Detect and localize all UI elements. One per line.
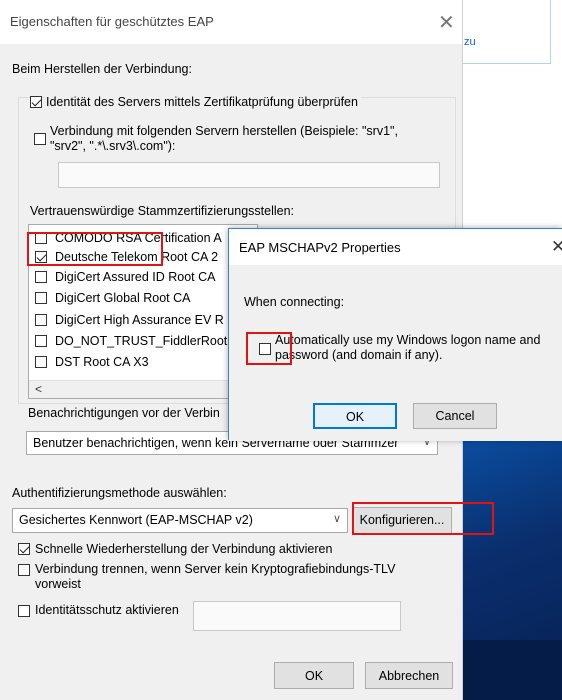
popup-ok-label: OK <box>345 410 365 424</box>
auth-method-dropdown[interactable]: Gesichertes Kennwort (EAP-MSCHAP v2) ∨ <box>12 508 348 533</box>
popup-ok-button[interactable]: OK <box>313 403 397 429</box>
connect-servers-checkbox[interactable] <box>34 133 46 145</box>
fast-reconnect-label: Schnelle Wiederherstellung der Verbindun… <box>35 542 333 556</box>
notifications-heading: Benachrichtigungen vor der Verbin <box>28 406 220 420</box>
highlight-box-auto-logon <box>246 332 292 365</box>
disconnect-label-line1: Verbindung trennen, wenn Server kein Kry… <box>35 562 396 576</box>
connect-servers-label-line1: Verbindung mit folgenden Servern herstel… <box>50 124 398 138</box>
auth-method-value: Gesichertes Kennwort (EAP-MSCHAP v2) <box>19 513 253 527</box>
highlight-box-ca <box>27 232 163 266</box>
identity-field[interactable] <box>193 601 401 631</box>
verify-identity-label: Identität des Servers mittels Zertifikat… <box>46 95 361 109</box>
ca-label: DST Root CA X3 <box>55 355 149 369</box>
identity-privacy-label: Identitätsschutz aktivieren <box>35 603 179 617</box>
close-icon[interactable]: ✕ <box>551 237 562 257</box>
background-card <box>462 0 551 64</box>
ca-checkbox[interactable] <box>35 314 47 326</box>
disconnect-label-line2: vorweist <box>35 577 81 591</box>
trusted-ca-heading: Vertrauenswürdige Stammzertifizierungsst… <box>30 204 295 218</box>
when-connecting-label: When connecting: <box>244 295 345 309</box>
popup-cancel-button[interactable]: Cancel <box>413 403 497 429</box>
ca-checkbox[interactable] <box>35 356 47 368</box>
popup-title-bar[interactable]: EAP MSCHAPv2 Properties ✕ <box>229 229 562 265</box>
cancel-button[interactable]: Abbrechen <box>365 662 453 689</box>
connection-heading: Beim Herstellen der Verbindung: <box>12 62 192 76</box>
title-bar[interactable]: Eigenschaften für geschütztes EAP ✕ <box>0 0 462 44</box>
ca-label: DO_NOT_TRUST_FiddlerRoot <box>55 334 228 348</box>
ca-checkbox[interactable] <box>35 271 47 283</box>
chevron-down-icon: ∨ <box>332 513 341 525</box>
highlight-box-configure <box>352 502 494 535</box>
dialog-title: Eigenschaften für geschütztes EAP <box>10 14 214 29</box>
scroll-left-icon[interactable]: < <box>35 382 42 396</box>
connect-servers-label-line2: "srv2", ".*\.srv3\.com"): <box>50 139 176 153</box>
fast-reconnect-checkbox[interactable] <box>18 543 30 555</box>
popup-cancel-label: Cancel <box>435 409 475 423</box>
identity-privacy-checkbox[interactable] <box>18 605 30 617</box>
cancel-button-label: Abbrechen <box>378 669 440 683</box>
ok-button[interactable]: OK <box>274 662 354 689</box>
ca-label: DigiCert Global Root CA <box>55 291 191 305</box>
ca-label: DigiCert High Assurance EV R <box>55 313 224 327</box>
disconnect-checkbox[interactable] <box>18 564 30 576</box>
background-link[interactable]: zu <box>464 36 476 48</box>
ca-label: DigiCert Assured ID Root CA <box>55 270 216 284</box>
auto-logon-label-line1: Automatically use my Windows logon name … <box>275 333 541 347</box>
server-names-field[interactable] <box>58 162 440 188</box>
horizontal-scrollbar[interactable]: < <box>29 380 257 398</box>
verify-identity-checkbox[interactable] <box>30 96 42 108</box>
auth-method-heading: Authentifizierungsmethode auswählen: <box>12 486 227 500</box>
ca-checkbox[interactable] <box>35 292 47 304</box>
auto-logon-label-line2: password (and domain if any). <box>275 348 443 362</box>
ok-button-label: OK <box>304 669 324 683</box>
close-icon[interactable]: ✕ <box>438 10 455 35</box>
ca-checkbox[interactable] <box>35 335 47 347</box>
popup-title: EAP MSCHAPv2 Properties <box>239 240 401 255</box>
